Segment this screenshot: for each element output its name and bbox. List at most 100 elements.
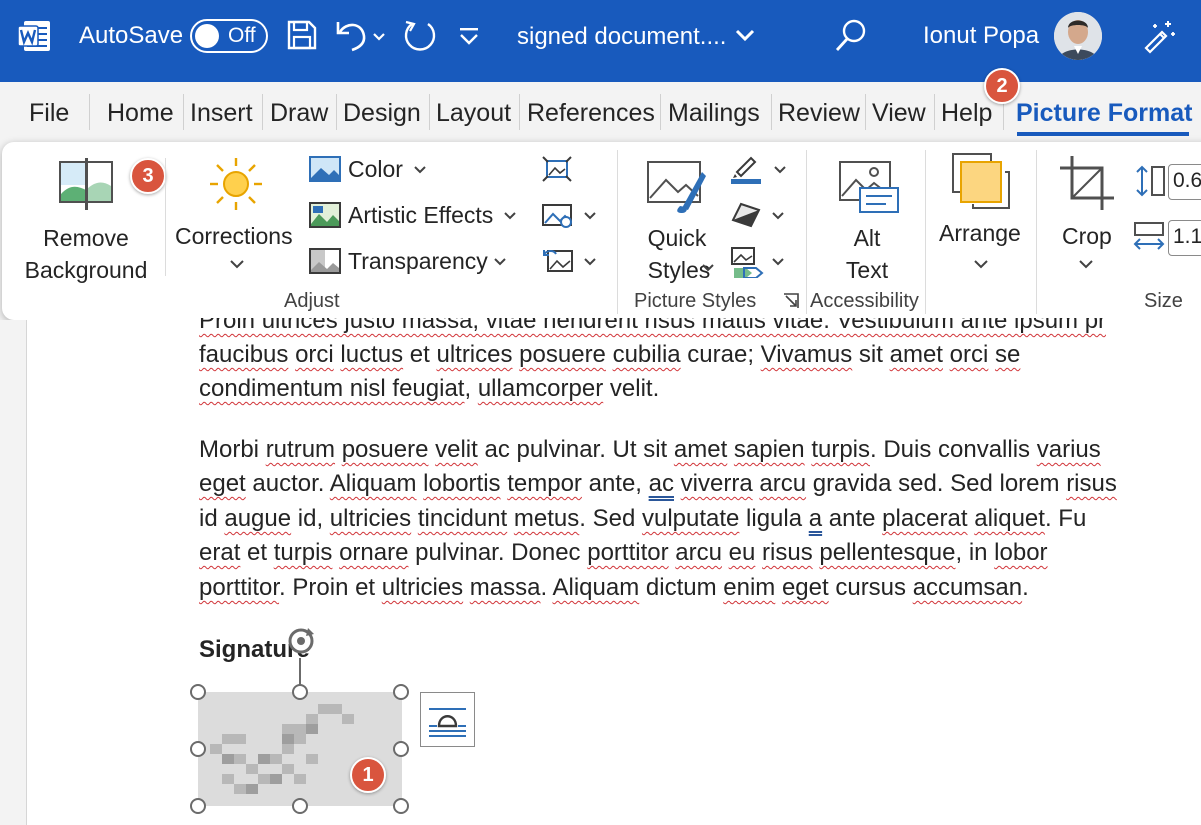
chevron-down-icon[interactable] — [772, 164, 788, 176]
magic-wand-icon[interactable] — [1140, 18, 1176, 54]
tab-mailings[interactable]: Mailings — [668, 99, 760, 128]
crop-button[interactable]: Crop — [1062, 223, 1112, 250]
color-icon[interactable] — [309, 156, 341, 182]
text-segment: vulputate — [641, 505, 740, 532]
text-segment: risus — [1066, 470, 1117, 497]
tab-review[interactable]: Review — [778, 99, 860, 128]
dialog-launcher-icon[interactable] — [782, 292, 800, 310]
alt-text-button[interactable]: Alt Text — [817, 222, 917, 286]
artistic-effects-icon[interactable] — [309, 202, 341, 228]
shape-height-input[interactable]: 0.6 — [1168, 164, 1201, 200]
tab-layout[interactable]: Layout — [436, 99, 511, 128]
text-segment: placerat — [882, 505, 968, 532]
resize-handle[interactable] — [190, 741, 206, 757]
tab-references[interactable]: References — [527, 99, 655, 128]
alt-text-icon[interactable] — [838, 158, 900, 214]
rotate-handle-icon[interactable] — [284, 624, 318, 658]
resize-handle[interactable] — [393, 741, 409, 757]
layout-options-button[interactable] — [420, 692, 475, 747]
document-title[interactable]: signed document.... — [517, 23, 726, 51]
tab-view[interactable]: View — [872, 99, 926, 128]
text-segment: luctus — [340, 341, 404, 368]
chevron-down-icon[interactable] — [734, 26, 756, 46]
transparency-button[interactable]: Transparency — [348, 248, 488, 275]
text-segment: lobortis — [423, 470, 501, 497]
save-icon[interactable] — [287, 18, 317, 52]
tab-separator — [336, 94, 337, 130]
autosave-toggle[interactable]: Off — [190, 19, 268, 53]
chevron-down-icon[interactable] — [972, 258, 990, 272]
chevron-down-icon[interactable] — [1077, 258, 1095, 272]
change-picture-icon[interactable] — [542, 202, 574, 228]
tab-separator — [934, 94, 935, 130]
picture-border-icon[interactable] — [729, 154, 763, 184]
shape-width-icon — [1133, 222, 1165, 250]
shape-width-input[interactable]: 1.1 — [1168, 220, 1201, 256]
picture-effects-icon[interactable] — [731, 202, 761, 228]
resize-handle[interactable] — [393, 798, 409, 814]
autosave-state: Off — [228, 24, 256, 47]
quick-styles-icon[interactable] — [646, 158, 708, 214]
color-button[interactable]: Color — [348, 156, 403, 183]
corrections-button[interactable]: Corrections — [175, 223, 293, 250]
search-icon[interactable] — [834, 18, 868, 54]
text-segment: dictum — [639, 574, 724, 601]
chevron-down-icon[interactable] — [228, 258, 246, 272]
transparency-icon[interactable] — [309, 248, 341, 274]
undo-icon[interactable] — [336, 18, 386, 54]
chevron-down-icon[interactable] — [492, 256, 508, 268]
corrections-sun-icon[interactable] — [208, 156, 264, 212]
toggle-knob — [195, 24, 219, 48]
tab-file[interactable]: File — [29, 99, 69, 128]
text-segment: enim — [723, 574, 776, 601]
resize-handle[interactable] — [292, 798, 308, 814]
autosave-label: AutoSave — [79, 22, 184, 49]
chevron-down-icon[interactable] — [412, 164, 428, 176]
quick-styles-button[interactable]: Quick Styles — [627, 222, 727, 286]
chevron-down-icon[interactable] — [502, 210, 518, 222]
user-name[interactable]: Ionut Popa — [923, 22, 1039, 50]
chevron-down-icon[interactable] — [700, 262, 716, 274]
text-segment: Morbi — [199, 436, 266, 463]
tab-insert[interactable]: Insert — [190, 99, 253, 128]
text-segment: ante — [822, 505, 883, 532]
reset-picture-icon[interactable] — [542, 248, 574, 274]
tab-design[interactable]: Design — [343, 99, 421, 128]
customize-toolbar-icon[interactable] — [456, 18, 482, 54]
avatar[interactable] — [1054, 12, 1102, 60]
tab-picture-format[interactable]: Picture Format — [1016, 99, 1192, 128]
text-segment: Aliquam — [552, 574, 640, 601]
resize-handle[interactable] — [190, 684, 206, 700]
tab-draw[interactable]: Draw — [270, 99, 328, 128]
text-segment: tempor — [507, 470, 582, 497]
text-segment: erat — [199, 539, 241, 566]
text-segment — [674, 470, 681, 497]
text-segment: velit — [435, 436, 478, 463]
chevron-down-icon[interactable] — [770, 256, 786, 268]
tab-home[interactable]: Home — [107, 99, 174, 128]
text-segment: augue — [224, 505, 292, 532]
chevron-down-icon[interactable] — [582, 256, 598, 268]
chevron-down-icon[interactable] — [770, 210, 786, 222]
compress-pictures-icon[interactable] — [542, 156, 572, 182]
redo-icon[interactable] — [402, 18, 438, 54]
arrange-button[interactable]: Arrange — [939, 220, 1021, 247]
title-bar: AutoSave Off signed document.... Ionut P… — [0, 0, 1201, 82]
badge-1: 1 — [350, 757, 386, 793]
arrange-icon[interactable] — [951, 152, 1013, 210]
remove-background-label-line2: Background — [24, 257, 148, 283]
group-separator — [1036, 150, 1037, 314]
text-segment: eget — [199, 470, 246, 497]
text-segment — [606, 341, 613, 368]
tab-help[interactable]: Help — [941, 99, 992, 128]
resize-handle[interactable] — [292, 684, 308, 700]
crop-icon[interactable] — [1058, 154, 1116, 212]
artistic-effects-button[interactable]: Artistic Effects — [348, 202, 493, 229]
picture-layout-icon[interactable] — [730, 246, 764, 278]
resize-handle[interactable] — [190, 798, 206, 814]
remove-background-icon[interactable] — [58, 156, 118, 212]
remove-background-button[interactable]: Remove Background — [12, 222, 160, 286]
paragraph-line: faucibus orci luctus et ultrices posuere… — [199, 338, 1020, 372]
resize-handle[interactable] — [393, 684, 409, 700]
chevron-down-icon[interactable] — [582, 210, 598, 222]
